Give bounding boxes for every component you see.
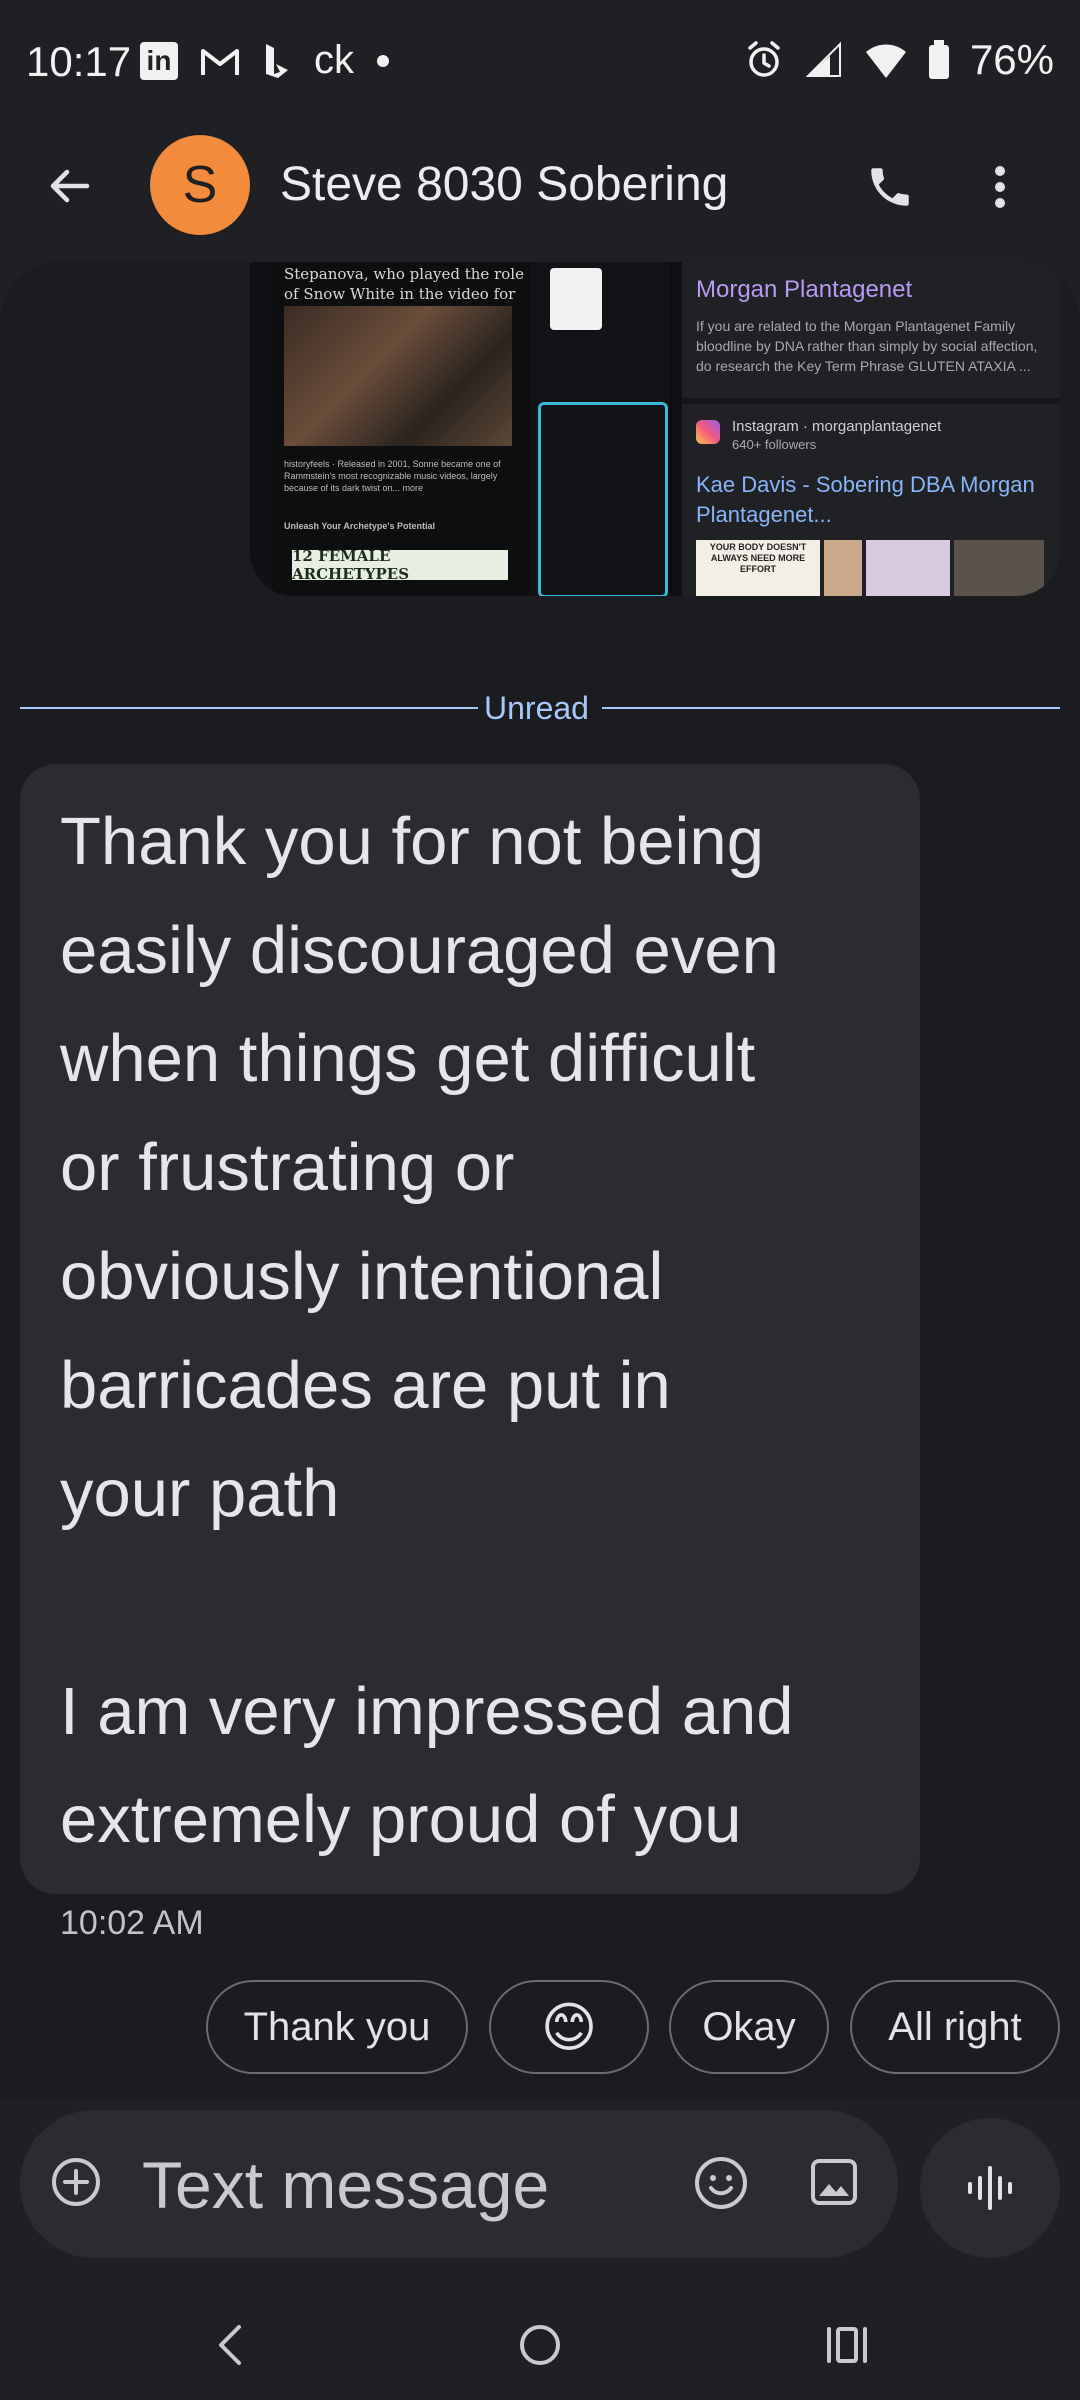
selection-box bbox=[538, 402, 668, 596]
side-thumbnail bbox=[550, 268, 602, 330]
instagram-icon bbox=[696, 420, 720, 444]
text-message-input[interactable] bbox=[140, 2140, 664, 2230]
divider-line bbox=[602, 707, 1060, 709]
smart-reply-emoji[interactable]: 😊 bbox=[489, 1980, 649, 2074]
instagram-followers: 640+ followers bbox=[732, 437, 817, 452]
system-status: 76% bbox=[744, 36, 1054, 84]
nav-recents-button[interactable] bbox=[807, 2310, 887, 2380]
archetype-banner: 12 FEMALE ARCHETYPES bbox=[292, 547, 508, 583]
message-list[interactable]: Stepanova, who played the role of Snow W… bbox=[0, 262, 1080, 2100]
ck-icon: ck bbox=[314, 38, 354, 82]
attachment-side-panel bbox=[530, 262, 670, 596]
add-circle-icon[interactable] bbox=[50, 2156, 102, 2208]
system-nav-bar bbox=[0, 2290, 1080, 2400]
smart-reply-okay[interactable]: Okay bbox=[669, 1980, 829, 2074]
divider-line bbox=[20, 707, 478, 709]
avatar[interactable]: S bbox=[150, 135, 250, 235]
voice-waveform-icon bbox=[968, 2166, 1012, 2210]
contact-name[interactable]: Steve 8030 Sobering bbox=[280, 157, 728, 212]
more-vert-icon bbox=[995, 166, 1005, 208]
image-attachment[interactable]: Stepanova, who played the role of Snow W… bbox=[250, 262, 1060, 596]
call-button[interactable] bbox=[858, 155, 922, 219]
dot-icon bbox=[377, 54, 389, 67]
more-options-button[interactable] bbox=[980, 155, 1020, 219]
result-thumbnails: YOUR BODY DOESN'T ALWAYS NEED MORE EFFOR… bbox=[696, 540, 1060, 596]
status-time: 10:17 bbox=[26, 38, 132, 85]
smart-reply-all-right[interactable]: All right bbox=[850, 1980, 1060, 2074]
wifi-icon bbox=[865, 44, 906, 78]
instagram-source: Instagram · morganplantagenet 640+ follo… bbox=[732, 418, 941, 454]
nav-home-button[interactable] bbox=[500, 2310, 580, 2380]
emoji-icon[interactable] bbox=[692, 2154, 750, 2212]
thumb-text: YOUR BODY DOESN'T ALWAYS NEED MORE EFFOR… bbox=[696, 540, 820, 596]
gallery-icon[interactable] bbox=[808, 2156, 860, 2208]
search-result-description: If you are related to the Morgan Plantag… bbox=[696, 318, 1038, 374]
status-bar: 10:17 in ck 76% bbox=[0, 0, 1080, 125]
conversation-header: S Steve 8030 Sobering bbox=[0, 125, 1080, 245]
instagram-source-name: Instagram · morganplantagenet bbox=[732, 418, 942, 435]
thumb-image bbox=[954, 540, 1044, 596]
smart-reply-thank-you[interactable]: Thank you bbox=[206, 1980, 468, 2074]
back-button[interactable] bbox=[38, 155, 100, 217]
phone-icon bbox=[871, 168, 909, 206]
attachment-screenshot-left: Stepanova, who played the role of Snow W… bbox=[272, 262, 672, 596]
message-bubble[interactable]: Thank you for not being easily discourag… bbox=[20, 764, 920, 1894]
message-text: Thank you for not being easily discourag… bbox=[60, 804, 794, 1858]
battery-percent: 76% bbox=[969, 36, 1054, 83]
attachment-post-text: historyfeels · Released in 2001, Sonne b… bbox=[284, 459, 501, 493]
nav-recents-icon bbox=[827, 2327, 867, 2363]
voice-message-button[interactable] bbox=[920, 2118, 1060, 2258]
notification-icons: in ck bbox=[140, 38, 390, 83]
bing-icon bbox=[266, 43, 288, 78]
result-divider bbox=[682, 398, 1060, 404]
attachment-screenshot-right: Morgan Plantagenet If you are related to… bbox=[682, 262, 1060, 596]
linkedin-icon: in bbox=[140, 41, 178, 80]
thumb-image bbox=[824, 540, 862, 596]
message-composer bbox=[20, 2110, 898, 2258]
unread-label: Unread bbox=[484, 690, 589, 726]
gmail-icon bbox=[201, 48, 239, 75]
arrow-back-icon bbox=[50, 169, 90, 203]
smart-replies: Thank you 😊 Okay All right bbox=[0, 1980, 1080, 2080]
search-result-link: Kae Davis - Sobering DBA Morgan Plantage… bbox=[696, 472, 1035, 527]
attachment-photo bbox=[284, 306, 512, 446]
battery-icon bbox=[928, 40, 949, 79]
signal-icon bbox=[805, 41, 841, 77]
nav-back-button[interactable] bbox=[190, 2310, 270, 2380]
thumb-image bbox=[866, 540, 950, 596]
message-timestamp: 10:02 AM bbox=[60, 1904, 204, 1942]
nav-back-icon bbox=[219, 2325, 241, 2365]
unread-divider: Unread bbox=[20, 682, 1060, 732]
attachment-ad-text: Unleash Your Archetype's Potential bbox=[284, 521, 436, 531]
search-result-title: Morgan Plantagenet bbox=[696, 276, 913, 303]
nav-home-icon bbox=[520, 2325, 560, 2365]
alarm-icon bbox=[748, 41, 780, 77]
